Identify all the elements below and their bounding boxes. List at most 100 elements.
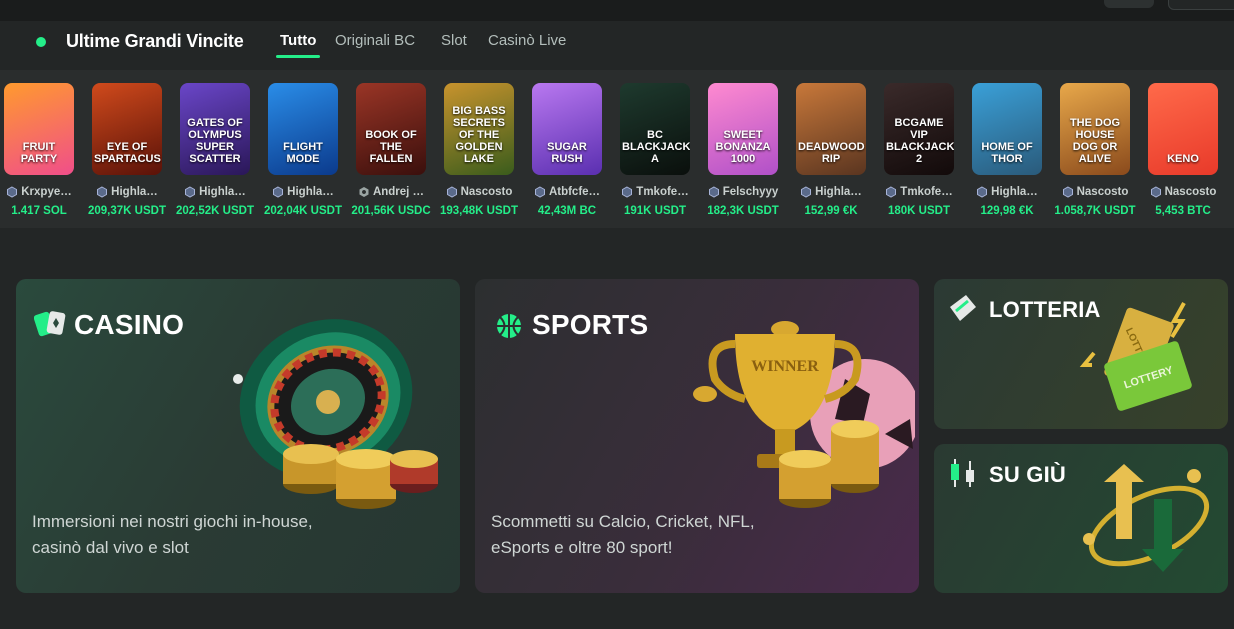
win-card[interactable]: GATES OF OLYMPUS SUPER SCATTER Highla… 202… bbox=[174, 83, 256, 217]
game-thumbnail[interactable]: SUGAR RUSH bbox=[532, 83, 602, 175]
winner-row: Highla… bbox=[174, 185, 256, 199]
game-thumbnail[interactable]: FRUIT PARTY bbox=[4, 83, 74, 175]
game-thumbnail[interactable]: SWEET BONANZA 1000 bbox=[708, 83, 778, 175]
win-card[interactable]: BOOK OF THE FALLEN Andrej … 201,56K USDC bbox=[350, 83, 432, 217]
win-card[interactable]: BC BLACKJACK A Tmkofe… 191K USDT bbox=[614, 83, 696, 217]
cards-icon bbox=[34, 311, 66, 337]
tab-slots[interactable]: Slot bbox=[441, 32, 467, 49]
game-name: GATES OF OLYMPUS SUPER SCATTER bbox=[187, 117, 243, 165]
winner-username[interactable]: Atbfcfe… bbox=[549, 186, 600, 198]
winner-username[interactable]: Andrej … bbox=[373, 186, 424, 198]
winner-username[interactable]: Highla… bbox=[991, 186, 1038, 198]
up-down-card[interactable]: SU GIÙ bbox=[934, 444, 1228, 593]
casino-description: Immersioni nei nostri giochi in-house, c… bbox=[32, 512, 313, 557]
game-name: EYE OF SPARTACUS bbox=[94, 141, 161, 165]
game-name: HOME OF THOR bbox=[981, 141, 1033, 165]
winner-row: Nascosto bbox=[438, 185, 520, 199]
casino-title: CASINO bbox=[74, 309, 185, 340]
win-card[interactable]: KENO Nascosto 5,453 BTC bbox=[1142, 83, 1224, 217]
win-card[interactable]: THE DOG HOUSE DOG OR ALIVE Nascosto 1.058,… bbox=[1054, 83, 1136, 217]
win-card[interactable]: FRUIT PARTY Krxpye… 1.417 SOL bbox=[0, 83, 80, 217]
vip-badge-icon bbox=[273, 186, 284, 198]
win-amount: 182,3K USDT bbox=[707, 205, 779, 217]
vip-badge-icon bbox=[185, 186, 196, 198]
vip-badge-icon bbox=[977, 186, 988, 198]
win-amount: 1.058,7K USDT bbox=[1054, 205, 1136, 217]
win-card[interactable]: BCGAME VIP BLACKJACK 2 Tmkofe… 180K USDT bbox=[878, 83, 960, 217]
winner-username[interactable]: Highla… bbox=[287, 186, 334, 198]
game-thumbnail[interactable]: THE DOG HOUSE DOG OR ALIVE bbox=[1060, 83, 1130, 175]
game-name: DEADWOOD RIP bbox=[798, 141, 865, 165]
winner-username[interactable]: Krxpye… bbox=[21, 186, 72, 198]
winner-row: Highla… bbox=[790, 185, 872, 199]
winner-row: Felschyyy bbox=[702, 185, 784, 199]
vip-badge-icon bbox=[708, 186, 719, 198]
winner-row: Andrej … bbox=[350, 185, 432, 199]
winner-username[interactable]: Tmkofe… bbox=[636, 186, 688, 198]
lottery-card[interactable]: LOTTERIA LOTTERY LOTTERY bbox=[934, 279, 1228, 429]
game-name: BC BLACKJACK A bbox=[622, 129, 690, 165]
up-down-title: SU GIÙ bbox=[989, 462, 1066, 487]
winner-row: Highla… bbox=[966, 185, 1048, 199]
game-thumbnail[interactable]: HOME OF THOR bbox=[972, 83, 1042, 175]
winner-row: Nascosto bbox=[1142, 185, 1224, 199]
winner-username[interactable]: Felschyyy bbox=[723, 186, 779, 198]
game-thumbnail[interactable]: GATES OF OLYMPUS SUPER SCATTER bbox=[180, 83, 250, 175]
win-card[interactable]: SUGAR RUSH Atbfcfe… 42,43M BC bbox=[526, 83, 608, 217]
trophy-illustration: WINNER bbox=[693, 321, 915, 508]
casino-card[interactable]: CASINO Immersioni nei nostri giochi in-h… bbox=[16, 279, 460, 593]
header-button-outline[interactable] bbox=[1168, 0, 1234, 10]
roulette-illustration bbox=[233, 319, 438, 509]
tab-bc-originals[interactable]: Originali BC bbox=[335, 32, 415, 49]
game-thumbnail[interactable]: BIG BASS SECRETS OF THE GOLDEN LAKE bbox=[444, 83, 514, 175]
live-dot-icon bbox=[36, 37, 46, 47]
header-button[interactable] bbox=[1104, 0, 1154, 8]
up-down-arrows-illustration bbox=[1083, 464, 1210, 572]
sports-card[interactable]: SPORTS WINNER Scommetti su Calcio, Crick… bbox=[475, 279, 919, 593]
game-name: KENO bbox=[1167, 153, 1199, 165]
winner-username[interactable]: Nascosto bbox=[1077, 186, 1129, 198]
winner-username[interactable]: Highla… bbox=[111, 186, 158, 198]
latest-big-wins-header: Ultime Grandi Vincite Tutto Originali BC… bbox=[0, 21, 1234, 67]
game-thumbnail[interactable]: DEADWOOD RIP bbox=[796, 83, 866, 175]
top-bar bbox=[0, 0, 1234, 21]
vip-badge-icon bbox=[359, 187, 369, 197]
basketball-icon bbox=[497, 314, 521, 338]
game-thumbnail[interactable]: BCGAME VIP BLACKJACK 2 bbox=[884, 83, 954, 175]
winner-username[interactable]: Highla… bbox=[199, 186, 246, 198]
trophy-text: WINNER bbox=[751, 358, 819, 375]
win-card[interactable]: SWEET BONANZA 1000 Felschyyy 182,3K USDT bbox=[702, 83, 784, 217]
winner-username[interactable]: Tmkofe… bbox=[900, 186, 952, 198]
game-thumbnail[interactable]: BC BLACKJACK A bbox=[620, 83, 690, 175]
winner-row: Highla… bbox=[262, 185, 344, 199]
game-name: FRUIT PARTY bbox=[20, 141, 58, 165]
win-card[interactable]: BIG BASS SECRETS OF THE GOLDEN LAKE Nasco… bbox=[438, 83, 520, 217]
game-thumbnail[interactable]: BOOK OF THE FALLEN bbox=[356, 83, 426, 175]
game-thumbnail[interactable]: EYE OF SPARTACUS bbox=[92, 83, 162, 175]
vip-badge-icon bbox=[801, 186, 812, 198]
tab-live-casino[interactable]: Casinò Live bbox=[488, 32, 566, 49]
game-thumbnail[interactable]: KENO bbox=[1148, 83, 1218, 175]
winner-row: Krxpye… bbox=[0, 185, 80, 199]
tab-all[interactable]: Tutto bbox=[280, 32, 316, 49]
winner-row: Tmkofe… bbox=[878, 185, 960, 199]
game-thumbnail[interactable]: FLIGHT MODE bbox=[268, 83, 338, 175]
win-card[interactable]: DEADWOOD RIP Highla… 152,99 €K bbox=[790, 83, 872, 217]
win-card[interactable]: EYE OF SPARTACUS Highla… 209,37K USDT bbox=[86, 83, 168, 217]
winner-username[interactable]: Nascosto bbox=[461, 186, 513, 198]
win-amount: 209,37K USDT bbox=[88, 205, 166, 217]
win-amount: 5,453 BTC bbox=[1155, 205, 1211, 217]
candlestick-icon bbox=[951, 459, 974, 487]
winner-username[interactable]: Nascosto bbox=[1165, 186, 1217, 198]
game-name: BOOK OF THE FALLEN bbox=[365, 129, 417, 165]
winner-username[interactable]: Highla… bbox=[815, 186, 862, 198]
game-name: THE DOG HOUSE DOG OR ALIVE bbox=[1069, 117, 1121, 165]
win-card[interactable]: FLIGHT MODE Highla… 202,04K USDT bbox=[262, 83, 344, 217]
win-amount: 180K USDT bbox=[888, 205, 950, 217]
win-amount: 42,43M BC bbox=[537, 205, 597, 217]
win-card[interactable]: HOME OF THOR Highla… 129,98 €K bbox=[966, 83, 1048, 217]
win-amount: 193,48K USDT bbox=[440, 205, 518, 217]
sports-title: SPORTS bbox=[532, 309, 649, 340]
vip-badge-icon bbox=[446, 186, 457, 198]
game-name: BIG BASS SECRETS OF THE GOLDEN LAKE bbox=[452, 105, 506, 165]
